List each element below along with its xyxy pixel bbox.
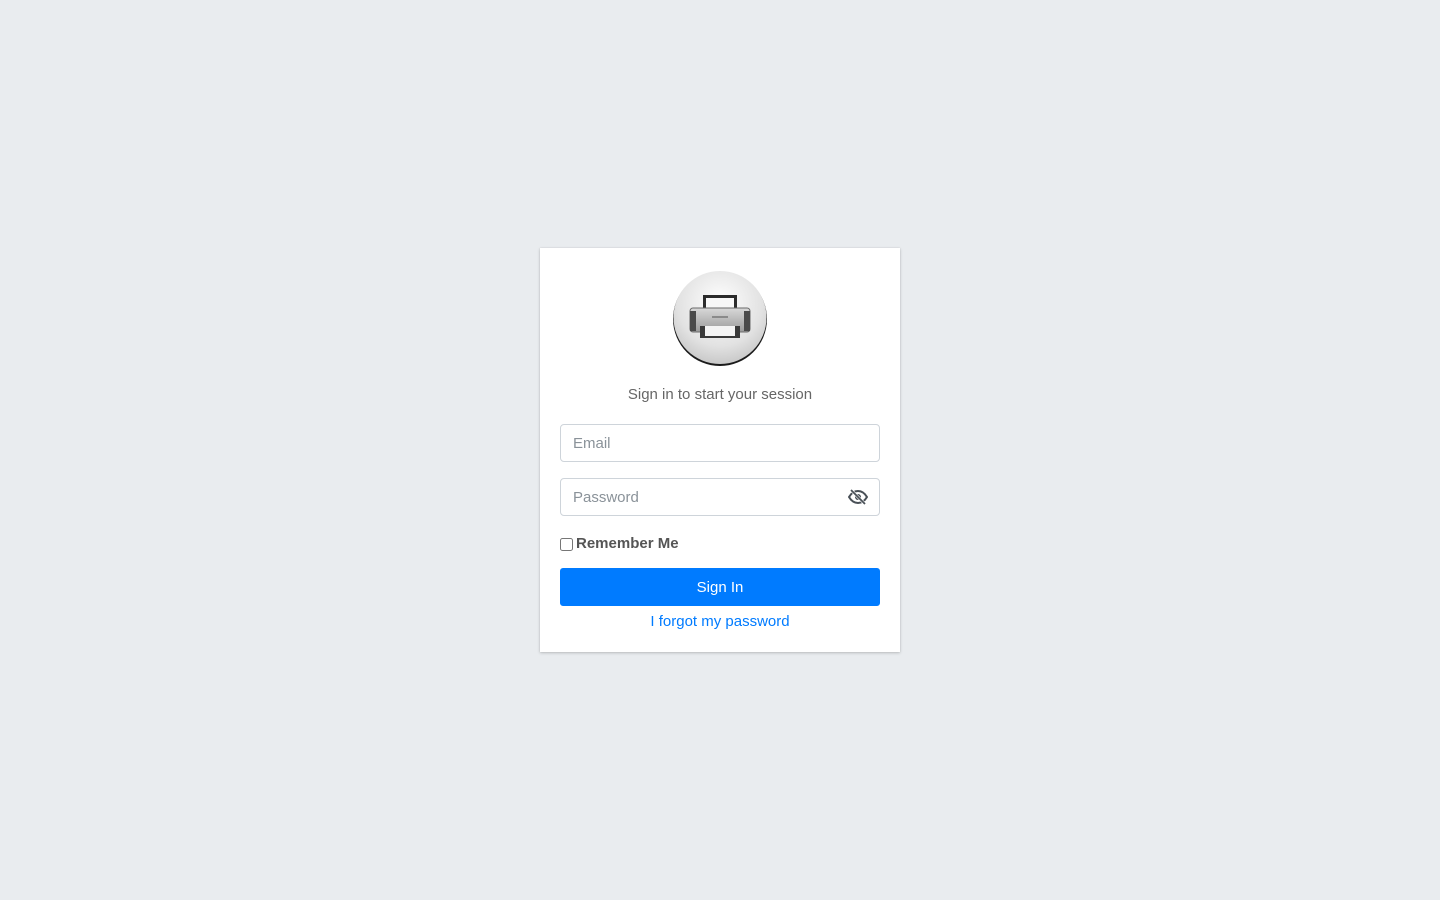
email-field[interactable] [560,424,880,462]
forgot-password-link[interactable]: I forgot my password [560,613,880,631]
password-field[interactable] [560,478,880,516]
printer-logo-icon [672,270,768,368]
eye-slash-icon[interactable] [847,487,869,507]
login-card: Sign in to start your session Remember M… [540,248,900,652]
sign-in-button[interactable]: Sign In [560,568,880,606]
remember-me-row: Remember Me [560,536,880,552]
login-box-message: Sign in to start your session [627,386,813,403]
remember-me-checkbox[interactable] [560,537,573,551]
email-input[interactable] [561,425,879,461]
remember-me-label[interactable]: Remember Me [576,536,679,552]
password-input[interactable] [561,479,879,515]
